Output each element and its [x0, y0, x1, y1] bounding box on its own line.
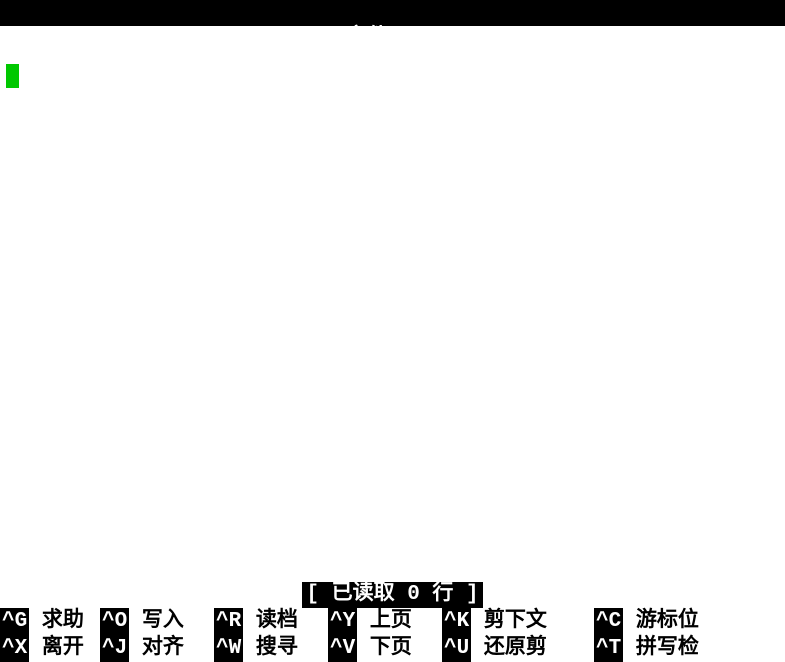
shortcut-key: ^J: [100, 635, 129, 662]
shortcut-justify[interactable]: ^J 对齐: [100, 635, 214, 662]
shortcut-label: 下页: [357, 635, 412, 662]
shortcut-bar: ^G 求助 ^O 写入 ^R 读档 ^Y 上页 ^K 剪下文 ^C 游标位 ^X…: [0, 608, 785, 662]
shortcut-key: ^R: [214, 608, 243, 635]
shortcut-label: 写入: [129, 608, 184, 635]
shortcut-key: ^O: [100, 608, 129, 635]
shortcut-exit[interactable]: ^X 离开: [0, 635, 100, 662]
shortcut-nextpage[interactable]: ^V 下页: [328, 635, 442, 662]
title-bar: GNU nano 2.0.9 文件: pr.c: [0, 0, 785, 26]
shortcut-key: ^C: [594, 608, 623, 635]
shortcut-cursorpos[interactable]: ^C 游标位: [594, 608, 774, 635]
shortcut-label: 还原剪: [471, 635, 547, 662]
editor-area[interactable]: [0, 26, 785, 582]
shortcut-row-2: ^X 离开 ^J 对齐 ^W 搜寻 ^V 下页 ^U 还原剪 ^T 拼写检: [0, 635, 785, 662]
shortcut-search[interactable]: ^W 搜寻: [214, 635, 328, 662]
shortcut-key: ^W: [214, 635, 243, 662]
shortcut-key: ^V: [328, 635, 357, 662]
shortcut-uncut[interactable]: ^U 还原剪: [442, 635, 594, 662]
shortcut-cut[interactable]: ^K 剪下文: [442, 608, 594, 635]
shortcut-label: 读档: [243, 608, 298, 635]
shortcut-help[interactable]: ^G 求助: [0, 608, 100, 635]
shortcut-key: ^T: [594, 635, 623, 662]
shortcut-label: 搜寻: [243, 635, 298, 662]
shortcut-write[interactable]: ^O 写入: [100, 608, 214, 635]
shortcut-spell[interactable]: ^T 拼写检: [594, 635, 774, 662]
shortcut-label: 求助: [29, 608, 84, 635]
shortcut-key: ^K: [442, 608, 471, 635]
status-line: [ 已读取 0 行 ]: [0, 582, 785, 608]
shortcut-row-1: ^G 求助 ^O 写入 ^R 读档 ^Y 上页 ^K 剪下文 ^C 游标位: [0, 608, 785, 635]
shortcut-label: 上页: [357, 608, 412, 635]
shortcut-key: ^Y: [328, 608, 357, 635]
shortcut-label: 剪下文: [471, 608, 547, 635]
shortcut-read[interactable]: ^R 读档: [214, 608, 328, 635]
shortcut-key: ^G: [0, 608, 29, 635]
status-message: [ 已读取 0 行 ]: [302, 582, 482, 608]
shortcut-label: 离开: [29, 635, 84, 662]
shortcut-prevpage[interactable]: ^Y 上页: [328, 608, 442, 635]
shortcut-label: 游标位: [623, 608, 699, 635]
shortcut-label: 对齐: [129, 635, 184, 662]
shortcut-key: ^U: [442, 635, 471, 662]
shortcut-label: 拼写检: [623, 635, 699, 662]
shortcut-key: ^X: [0, 635, 29, 662]
cursor: [6, 64, 19, 88]
